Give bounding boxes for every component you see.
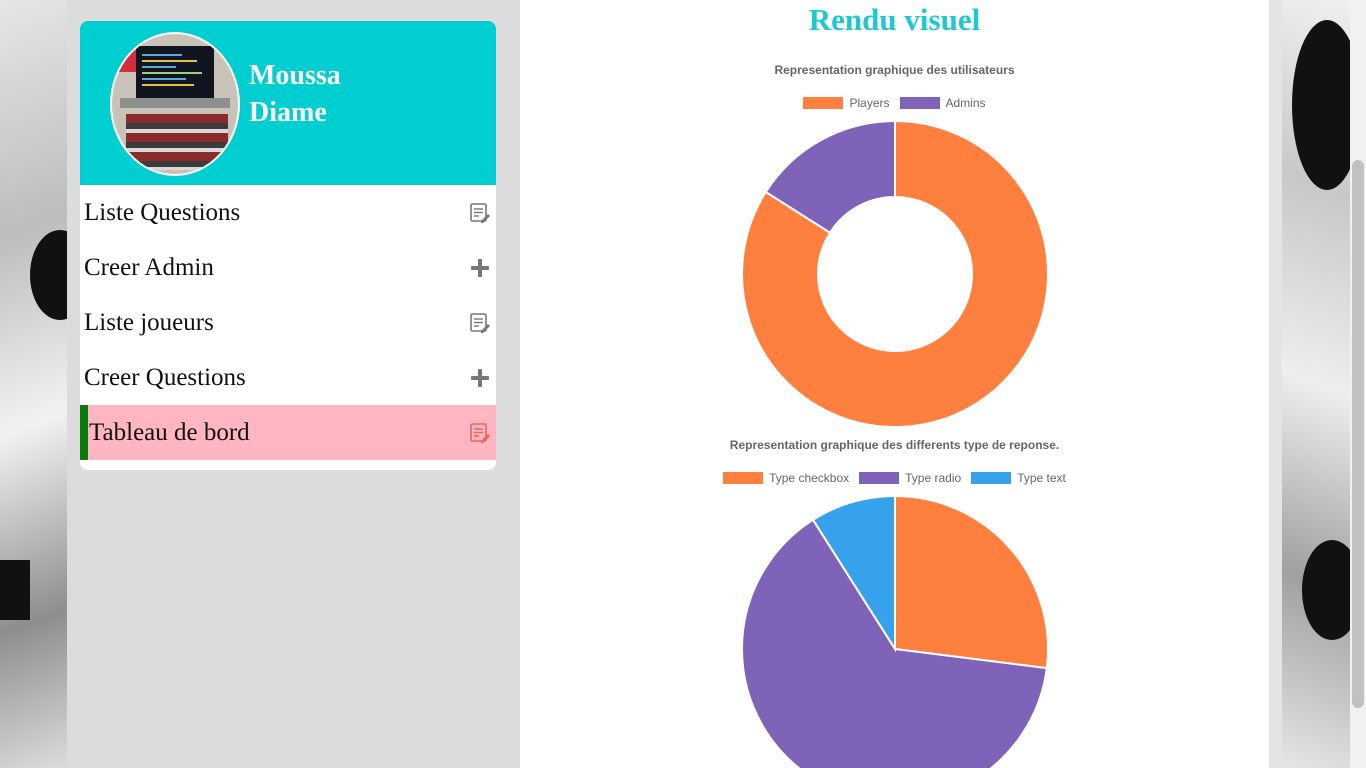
chart-title-users: Representation graphique des utilisateur… bbox=[774, 63, 1015, 77]
legend-swatch bbox=[803, 97, 844, 109]
legend-swatch bbox=[971, 472, 1012, 484]
sidebar-item-label: Creer Admin bbox=[84, 254, 214, 281]
scrollbar-thumb[interactable] bbox=[1352, 160, 1364, 708]
legend-label: Type text bbox=[1017, 471, 1066, 485]
edit-list-icon[interactable] bbox=[469, 202, 491, 224]
chart-title-responses: Representation graphique des differents … bbox=[729, 438, 1060, 452]
profile-name: Moussa Diame bbox=[249, 57, 341, 131]
responses-pie-chart bbox=[741, 494, 1049, 768]
chart-legend-responses: Type checkbox Type radio Type text bbox=[520, 471, 1269, 485]
legend-label: Type radio bbox=[905, 471, 962, 485]
legend-item-type-checkbox[interactable]: Type checkbox bbox=[723, 471, 849, 485]
legend-swatch bbox=[723, 472, 764, 484]
chart-legend-users: Players Admins bbox=[520, 96, 1269, 110]
legend-swatch bbox=[899, 97, 940, 109]
sidebar-item-tableau-de-bord[interactable]: Tableau de bord bbox=[80, 405, 496, 460]
legend-label: Admins bbox=[945, 96, 986, 110]
active-indicator bbox=[80, 405, 88, 460]
sidebar-item-label: Liste joueurs bbox=[84, 309, 214, 336]
background-right bbox=[1282, 0, 1350, 768]
sidebar-item-label: Liste Questions bbox=[84, 199, 241, 226]
sidebar-item-label: Creer Questions bbox=[84, 364, 246, 391]
sidebar-card: Moussa Diame Liste Questions Creer Admin… bbox=[80, 21, 496, 470]
main-gutter bbox=[1269, 0, 1282, 768]
legend-item-players[interactable]: Players bbox=[803, 96, 890, 110]
legend-item-type-radio[interactable]: Type radio bbox=[859, 471, 961, 485]
edit-list-icon[interactable] bbox=[469, 422, 491, 444]
sidebar-item-label: Tableau de bord bbox=[89, 419, 250, 446]
background-left bbox=[0, 0, 67, 768]
sidebar-item-creer-admin[interactable]: Creer Admin bbox=[80, 240, 496, 295]
users-doughnut-chart bbox=[741, 119, 1049, 428]
avatar bbox=[110, 32, 240, 176]
page-title: Rendu visuel bbox=[808, 2, 981, 37]
legend-item-type-text[interactable]: Type text bbox=[971, 471, 1066, 485]
laptop-image bbox=[136, 46, 214, 98]
legend-item-admins[interactable]: Admins bbox=[899, 96, 986, 110]
sidebar-item-liste-joueurs[interactable]: Liste joueurs bbox=[80, 295, 496, 350]
profile-first-name: Moussa bbox=[249, 60, 341, 91]
edit-list-icon[interactable] bbox=[469, 312, 491, 334]
legend-label: Type checkbox bbox=[769, 471, 850, 485]
plus-icon[interactable] bbox=[469, 367, 491, 389]
legend-swatch bbox=[859, 472, 900, 484]
sidebar-item-liste-questions[interactable]: Liste Questions bbox=[80, 185, 496, 240]
sidebar-item-creer-questions[interactable]: Creer Questions bbox=[80, 350, 496, 405]
profile-header: Moussa Diame bbox=[80, 21, 496, 185]
legend-label: Players bbox=[849, 96, 890, 110]
slice-type-checkbox[interactable] bbox=[894, 494, 1049, 670]
profile-last-name: Diame bbox=[249, 97, 327, 128]
plus-icon[interactable] bbox=[469, 257, 491, 279]
